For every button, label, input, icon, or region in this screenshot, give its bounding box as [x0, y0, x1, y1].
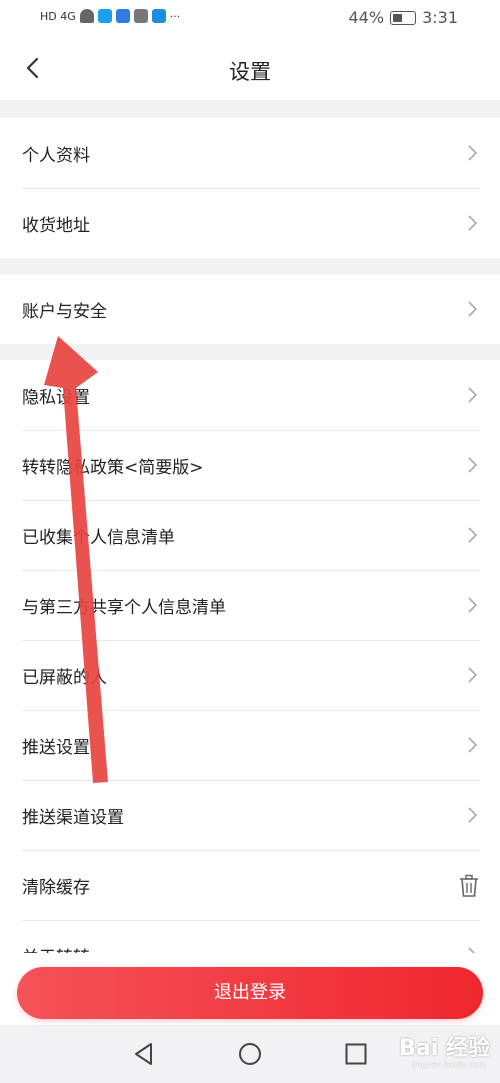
settings-item-label: 已收集个人信息清单	[22, 528, 175, 548]
settings-item-shared-info[interactable]: 与第三方共享个人信息清单	[0, 570, 500, 640]
settings-item-clear-cache[interactable]: 清除缓存	[0, 850, 500, 920]
settings-item-account-security[interactable]: 账户与安全	[0, 274, 500, 344]
chevron-right-icon	[468, 597, 478, 613]
chevron-right-icon	[468, 145, 478, 161]
settings-item-label: 已屏蔽的人	[22, 668, 107, 688]
baidu-watermark: Bai 经验	[399, 1036, 490, 1061]
settings-group-privacy: 隐私设置 转转隐私政策<简要版> 已收集个人信息清单 与第三方共享个人信息清单 …	[0, 360, 500, 953]
settings-item-label: 推送设置	[22, 738, 90, 758]
settings-item-label: 与第三方共享个人信息清单	[22, 598, 226, 618]
chevron-right-icon	[468, 737, 478, 753]
chevron-right-icon	[468, 301, 478, 317]
settings-item-push[interactable]: 推送设置	[0, 710, 500, 780]
settings-item-label: 转转隐私政策<简要版>	[22, 458, 204, 478]
settings-group-account: 账户与安全	[0, 274, 500, 344]
cloud-icon	[115, 9, 130, 23]
settings-item-label: 清除缓存	[22, 878, 90, 898]
chevron-right-icon	[468, 457, 478, 473]
network-indicator: HD 4G	[40, 9, 76, 23]
status-icons: HD 4G ···	[40, 9, 180, 23]
settings-item-address[interactable]: 收货地址	[0, 188, 500, 258]
shield-icon	[133, 9, 148, 23]
settings-item-about[interactable]: 关于转转	[0, 920, 500, 953]
circle-home-icon[interactable]	[237, 1041, 263, 1067]
settings-item-blocked[interactable]: 已屏蔽的人	[0, 640, 500, 710]
chevron-right-icon	[468, 527, 478, 543]
page-title: 设置	[229, 60, 271, 84]
settings-item-label: 推送渠道设置	[22, 808, 124, 828]
wifi-icon	[79, 9, 94, 23]
settings-item-label: 隐私设置	[22, 388, 90, 408]
trash-icon[interactable]	[458, 874, 480, 898]
app-notification-icon	[97, 9, 112, 23]
chevron-right-icon	[468, 807, 478, 823]
status-bar: HD 4G ··· 44% 3:31	[0, 0, 500, 38]
chevron-right-icon	[468, 387, 478, 403]
more-notifications: ···	[169, 9, 181, 23]
clock: 3:31	[422, 8, 458, 27]
settings-item-privacy[interactable]: 隐私设置	[0, 360, 500, 430]
square-recent-icon[interactable]	[343, 1041, 369, 1067]
settings-item-privacy-policy[interactable]: 转转隐私政策<简要版>	[0, 430, 500, 500]
settings-item-profile[interactable]: 个人资料	[0, 118, 500, 188]
triangle-back-icon[interactable]	[131, 1041, 157, 1067]
settings-group-profile: 个人资料 收货地址	[0, 118, 500, 258]
settings-item-label: 关于转转	[22, 943, 90, 953]
settings-item-label: 收货地址	[22, 216, 90, 236]
settings-item-label: 个人资料	[22, 146, 90, 166]
settings-item-push-channel[interactable]: 推送渠道设置	[0, 780, 500, 850]
logout-button[interactable]: 退出登录	[17, 967, 483, 1019]
baidu-watermark-url: jingyan.baidu.com	[412, 1060, 486, 1069]
settings-item-label: 账户与安全	[22, 302, 107, 322]
battery-icon	[390, 10, 417, 25]
battery-percent: 44%	[348, 8, 385, 27]
chevron-right-icon	[468, 215, 478, 231]
settings-item-collected-info[interactable]: 已收集个人信息清单	[0, 500, 500, 570]
chevron-right-icon	[468, 947, 476, 953]
lightbulb-icon	[151, 9, 166, 23]
header: 设置	[0, 38, 500, 100]
chevron-right-icon	[468, 667, 478, 683]
